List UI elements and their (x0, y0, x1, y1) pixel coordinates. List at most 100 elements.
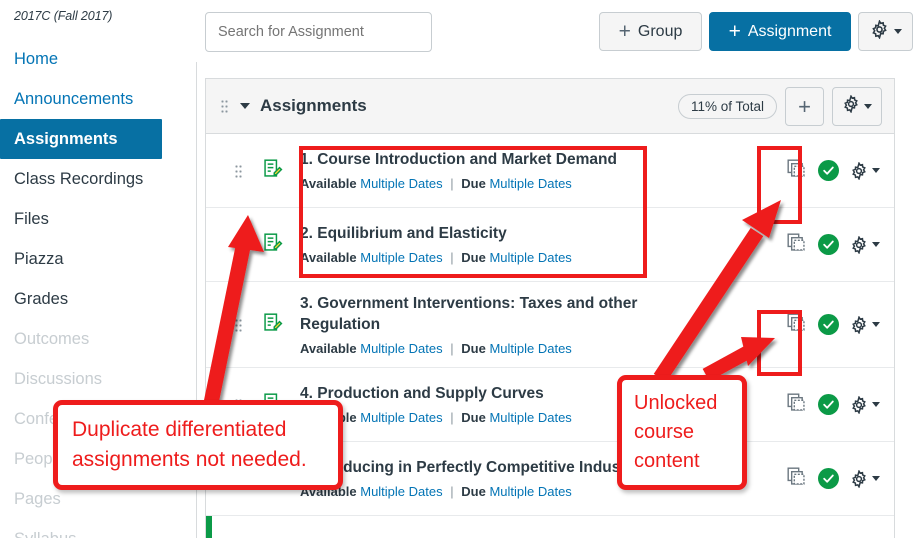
available-label: Available (300, 176, 357, 191)
assignment-menu-button[interactable] (850, 469, 880, 488)
due-label: Due (461, 484, 486, 499)
chevron-down-icon (872, 322, 880, 327)
assignment-row-actions (786, 312, 880, 338)
drag-handle-icon[interactable] (234, 317, 243, 332)
sidebar-item-discussions[interactable]: Discussions (0, 359, 196, 399)
assignment-info: 5. Producing in Perfectly Competitive In… (300, 457, 786, 500)
assignment-dates: Available Multiple Dates | Due Multiple … (300, 175, 786, 192)
available-value[interactable]: Multiple Dates (360, 341, 442, 356)
duplicate-icon[interactable] (786, 232, 807, 258)
chevron-down-icon (872, 242, 880, 247)
assignment-group-title: Assignments (260, 96, 367, 115)
assignment-title[interactable]: 4. Production and Supply Curves (300, 383, 786, 404)
date-separator: | (450, 340, 454, 356)
assignment-title[interactable]: 5. Producing in Perfectly Competitive In… (300, 457, 786, 478)
due-value[interactable]: Multiple Dates (489, 250, 571, 265)
assignment-group-panel: Assignments 11% of Total + 1. Course Int… (205, 78, 895, 538)
gear-icon (842, 94, 860, 118)
sidebar-item-announcements[interactable]: Announcements (0, 79, 196, 119)
assignments-page: 2017C (Fall 2017) Home Announcements Ass… (0, 0, 924, 538)
sidebar-item-piazza[interactable]: Piazza (0, 239, 196, 279)
sidebar-item-files[interactable]: Files (0, 199, 196, 239)
available-value[interactable]: Multiple Dates (360, 250, 442, 265)
search-input[interactable] (205, 12, 432, 52)
assignment-menu-button[interactable] (850, 315, 880, 334)
assignment-menu-button[interactable] (850, 395, 880, 414)
available-value[interactable]: Multiple Dates (360, 410, 442, 425)
gear-icon (870, 18, 889, 44)
sidebar-item-outcomes[interactable]: Outcomes (0, 319, 196, 359)
assignment-info: 3. Government Interventions: Taxes and o… (300, 293, 786, 357)
date-separator: | (450, 410, 454, 425)
table-row[interactable]: 3. Government Interventions: Taxes and o… (206, 282, 894, 368)
assignment-dates: Available Multiple Dates | Due Multiple … (300, 340, 786, 357)
assignment-menu-button[interactable] (850, 235, 880, 254)
published-check-icon[interactable] (818, 234, 839, 255)
date-separator: | (450, 250, 454, 265)
assignment-info: 4. Production and Supply Curves Availabl… (300, 383, 786, 426)
due-value[interactable]: Multiple Dates (489, 176, 571, 191)
assignment-title[interactable]: 3. Government Interventions: Taxes and o… (300, 293, 692, 335)
assignments-settings-button[interactable] (858, 12, 913, 51)
percent-of-total-badge: 11% of Total (677, 94, 777, 119)
published-check-icon[interactable] (818, 160, 839, 181)
add-group-button[interactable]: + Group (599, 12, 702, 51)
duplicate-icon[interactable] (786, 392, 807, 418)
assignment-title[interactable]: 1. Course Introduction and Market Demand (300, 149, 786, 170)
plus-icon: + (618, 20, 631, 43)
assignment-dates: Available Multiple Dates | Due Multiple … (300, 409, 786, 426)
chevron-down-icon[interactable] (240, 103, 250, 109)
sidebar-item-home[interactable]: Home (0, 39, 196, 79)
assignment-row-actions (786, 392, 880, 418)
add-assignment-to-group-button[interactable]: + (785, 87, 824, 126)
table-row[interactable]: 1. Course Introduction and Market Demand… (206, 134, 894, 208)
sidebar-item-assignments[interactable]: Assignments (0, 119, 162, 159)
sidebar-item-conferences[interactable]: Conferences (0, 399, 196, 439)
table-row[interactable]: 5. Producing in Perfectly Competitive In… (206, 442, 894, 516)
due-label: Due (461, 176, 486, 191)
plus-icon: + (728, 20, 741, 43)
assignment-icon (262, 158, 283, 184)
table-row[interactable]: 2. Equilibrium and Elasticity Available … (206, 208, 894, 282)
sidebar-item-people[interactable]: People (0, 439, 196, 479)
duplicate-icon[interactable] (786, 466, 807, 492)
add-assignment-label: Assignment (747, 22, 832, 40)
duplicate-icon[interactable] (786, 312, 807, 338)
group-settings-button[interactable] (832, 87, 882, 126)
published-check-icon[interactable] (818, 394, 839, 415)
sidebar-item-grades[interactable]: Grades (0, 279, 196, 319)
assignment-icon (262, 466, 283, 492)
available-label: Available (300, 410, 357, 425)
assignment-dates: Available Multiple Dates | Due Multiple … (300, 249, 786, 266)
assignment-row-actions (786, 466, 880, 492)
chevron-down-icon (872, 476, 880, 481)
breadcrumb: 2017C (Fall 2017) (14, 9, 113, 23)
assignment-icon (262, 232, 283, 258)
sidebar-item-syllabus[interactable]: Syllabus (0, 519, 196, 538)
assignment-info: 1. Course Introduction and Market Demand… (300, 149, 786, 192)
available-label: Available (300, 340, 357, 356)
sidebar-item-pages[interactable]: Pages (0, 479, 196, 519)
drag-handle-icon[interactable] (234, 471, 243, 486)
assignment-menu-button[interactable] (850, 161, 880, 180)
due-value[interactable]: Multiple Dates (489, 410, 571, 425)
chevron-down-icon (872, 402, 880, 407)
drag-handle-icon[interactable] (234, 237, 243, 252)
add-assignment-button[interactable]: + Assignment (709, 12, 851, 51)
sidebar-item-class-recordings[interactable]: Class Recordings (0, 159, 196, 199)
drag-handle-icon[interactable] (234, 163, 243, 178)
due-value[interactable]: Multiple Dates (489, 341, 571, 356)
due-label: Due (461, 340, 486, 356)
published-check-icon[interactable] (818, 468, 839, 489)
table-row[interactable]: 4. Production and Supply Curves Availabl… (206, 368, 894, 442)
assignment-title[interactable]: 2. Equilibrium and Elasticity (300, 223, 786, 244)
available-value[interactable]: Multiple Dates (360, 484, 442, 499)
published-check-icon[interactable] (818, 314, 839, 335)
duplicate-icon[interactable] (786, 158, 807, 184)
due-value[interactable]: Multiple Dates (489, 484, 571, 499)
drag-handle-icon[interactable] (234, 397, 243, 412)
drag-handle-icon[interactable] (220, 99, 229, 113)
assignment-list: 1. Course Introduction and Market Demand… (206, 134, 894, 538)
assignment-dates: Available Multiple Dates | Due Multiple … (300, 483, 786, 500)
available-value[interactable]: Multiple Dates (360, 176, 442, 191)
